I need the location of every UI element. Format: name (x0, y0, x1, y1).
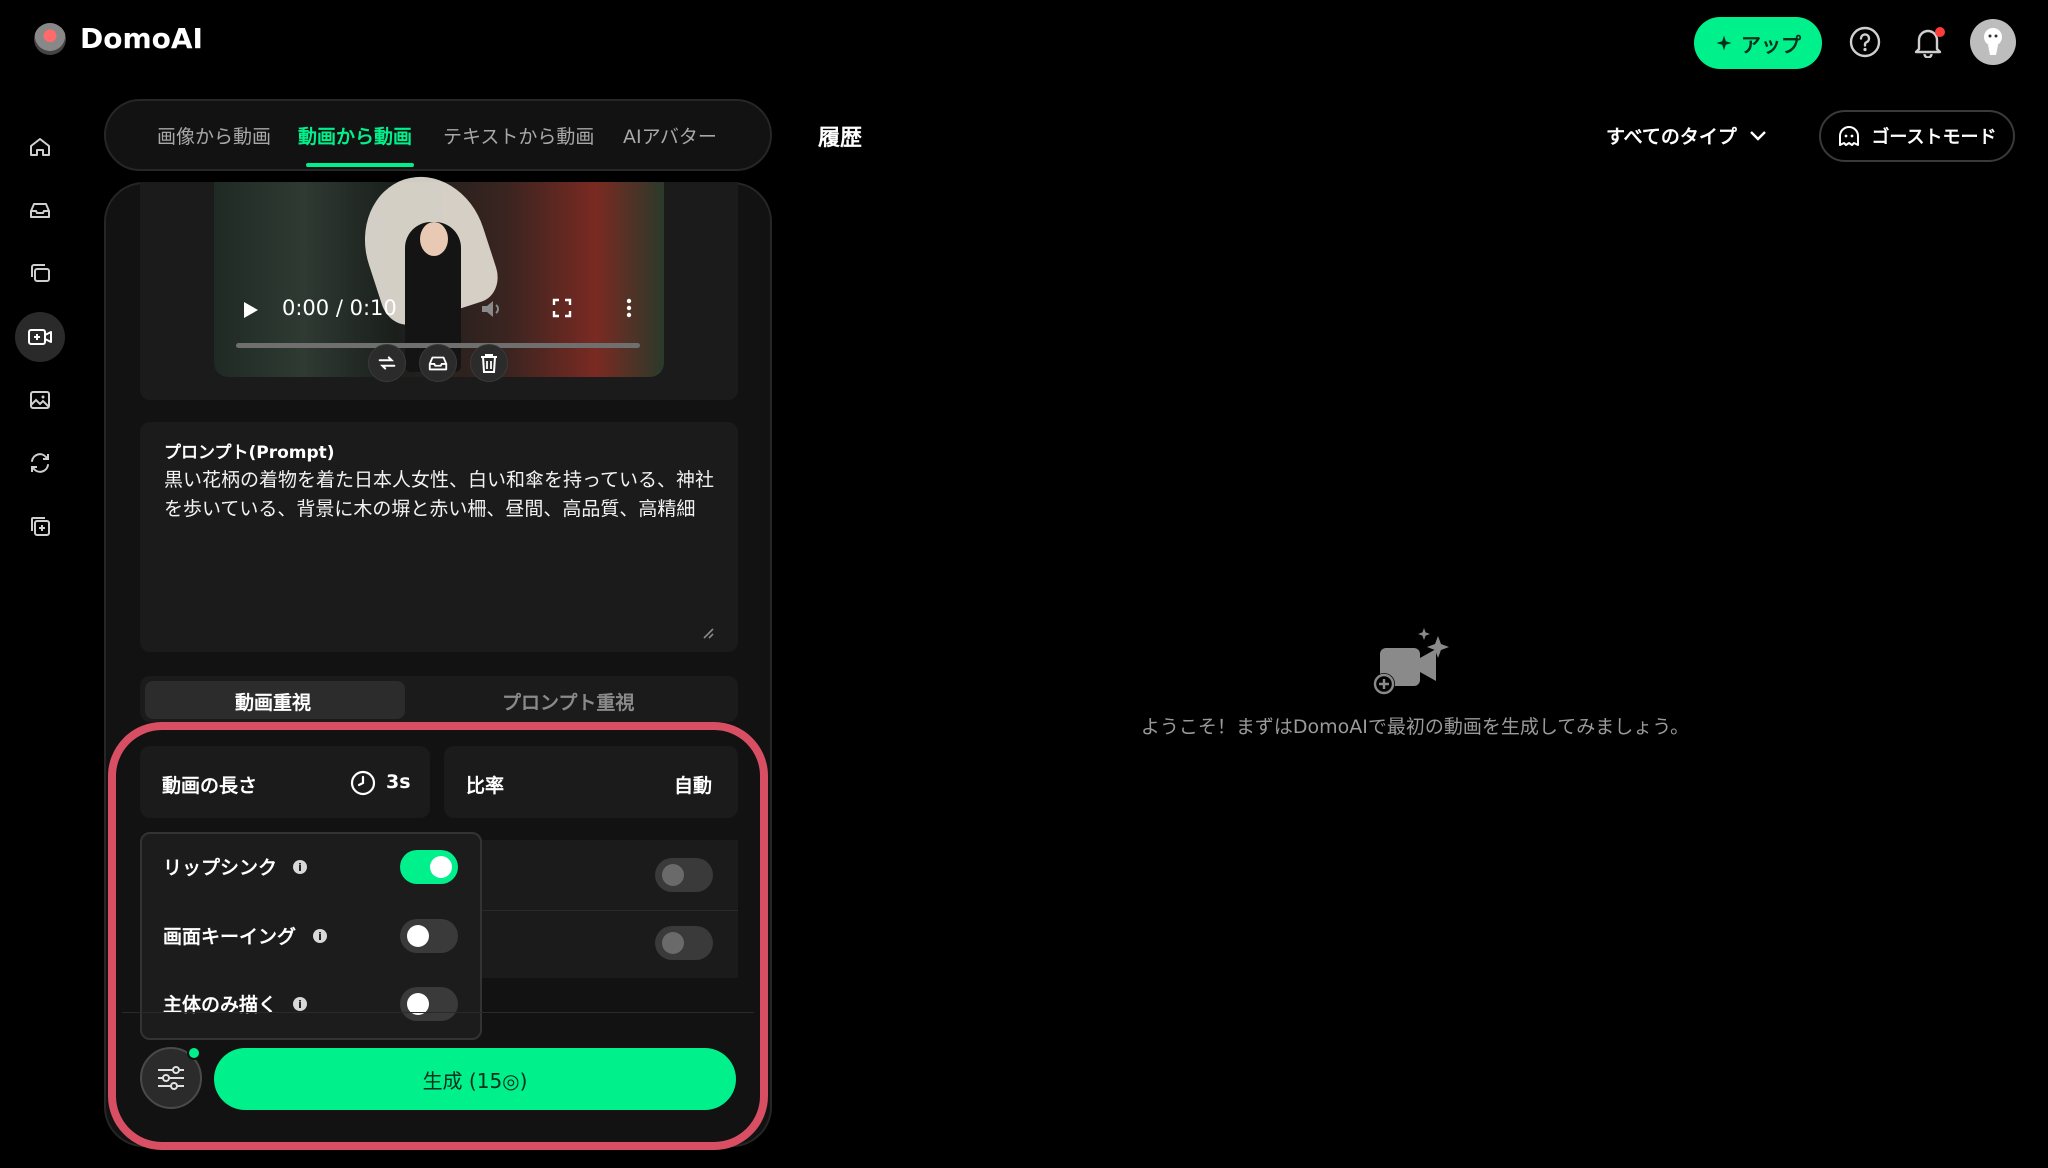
image-icon (30, 391, 50, 409)
lip-sync-toggle[interactable] (400, 850, 458, 884)
video-time: 0:00 / 0:10 (282, 296, 397, 320)
tab-text-to-video[interactable]: テキストから動画 (443, 122, 594, 149)
subject-only-toggle[interactable] (400, 987, 458, 1021)
sparkle-icon (1716, 35, 1732, 51)
settings-active-dot (187, 1046, 201, 1060)
empty-state-message: ようこそ！まずはDomoAIで最初の動画を生成してみましょう。 (1140, 716, 1690, 738)
trash-icon (481, 354, 497, 373)
background-toggle[interactable] (655, 858, 713, 892)
help-button[interactable] (1845, 22, 1885, 62)
ghost-mode-label: ゴーストモード (1871, 127, 1997, 148)
sidebar-item-layers[interactable] (15, 248, 65, 298)
ratio-value: 自動 (674, 775, 713, 797)
inbox-icon (30, 203, 50, 218)
duration-label: 動画の長さ (162, 775, 258, 797)
video-camera-icon (28, 329, 52, 345)
domoai-logo-icon (34, 22, 66, 55)
mute-button[interactable] (478, 296, 504, 326)
history-title: 履歴 (818, 126, 863, 151)
upgrade-label: アップ (1741, 32, 1801, 57)
ratio-label: 比率 (466, 775, 505, 797)
generate-button[interactable]: 生成 (15◎) (214, 1048, 736, 1110)
sidebar-item-gallery[interactable] (15, 185, 65, 235)
info-icon[interactable]: i (293, 997, 307, 1011)
empty-video-sparkle-icon (1368, 628, 1460, 704)
tab-ai-avatar[interactable]: AIアバター (623, 122, 717, 149)
more-vertical-icon (626, 298, 632, 318)
fullscreen-button[interactable] (550, 296, 574, 324)
add-layer-icon (31, 517, 50, 536)
video-thumbnail-face (420, 222, 448, 256)
tab-image-to-video[interactable]: 画像から動画 (157, 122, 271, 149)
replace-icon (378, 356, 396, 370)
info-icon[interactable]: i (293, 860, 307, 874)
sidebar-item-home[interactable] (15, 122, 65, 172)
home-icon (30, 138, 50, 156)
sidebar-item-image[interactable] (15, 375, 65, 425)
inbox-icon (428, 356, 448, 371)
chevron-down-icon (1750, 130, 1766, 141)
sliders-icon (158, 1066, 184, 1090)
duration-value: 3s (386, 771, 411, 793)
background-toggle[interactable] (655, 926, 713, 960)
lip-sync-label: リップシンク (163, 857, 278, 879)
prompt-label: プロンプト(Prompt) (164, 443, 335, 463)
screen-keying-label: 画面キーイング (163, 926, 297, 948)
resize-grip-icon (703, 628, 714, 639)
volume-icon (482, 301, 499, 317)
sidebar-item-add-media[interactable] (15, 501, 65, 551)
sidebar-item-video-to-video[interactable] (15, 312, 65, 362)
generate-label: 生成 (15◎) (422, 1068, 528, 1093)
tab-video-to-video[interactable]: 動画から動画 (298, 122, 412, 149)
footer-divider (122, 1012, 754, 1013)
play-icon (244, 302, 258, 318)
brand[interactable]: DomoAI (34, 22, 203, 55)
brand-name: DomoAI (80, 22, 203, 55)
info-icon[interactable]: i (313, 929, 327, 943)
active-tab-indicator (306, 163, 414, 167)
ghost-icon (1839, 126, 1860, 146)
refresh-icon (31, 453, 49, 473)
replace-video-button[interactable] (368, 344, 406, 382)
upgrade-button[interactable]: アップ (1694, 17, 1822, 69)
delete-video-button[interactable] (470, 344, 508, 382)
screen-keying-toggle[interactable] (400, 919, 458, 953)
save-to-library-button[interactable] (419, 344, 457, 382)
notification-badge (1935, 27, 1945, 37)
fullscreen-icon (552, 298, 572, 318)
sidebar-item-convert[interactable] (15, 438, 65, 488)
segment-video-priority[interactable]: 動画重視 (235, 688, 311, 715)
segment-prompt-priority[interactable]: プロンプト重視 (502, 688, 634, 715)
help-icon (1849, 26, 1881, 58)
play-button[interactable] (238, 298, 262, 326)
video-more-button[interactable] (622, 296, 636, 324)
resize-handle[interactable] (700, 624, 714, 643)
layers-icon (31, 264, 50, 282)
type-filter-dropdown[interactable]: すべてのタイプ (1606, 122, 1767, 149)
avatar-face-icon (1984, 28, 2002, 55)
ghost-mode-button[interactable]: ゴーストモード (1819, 110, 2015, 162)
clock-icon (350, 770, 376, 800)
user-avatar[interactable] (1970, 19, 2016, 65)
prompt-text[interactable]: 黒い花柄の着物を着た日本人女性、白い和傘を持っている、神社を歩いている、背景に木… (164, 466, 724, 524)
type-filter-label: すべてのタイプ (1606, 126, 1737, 148)
